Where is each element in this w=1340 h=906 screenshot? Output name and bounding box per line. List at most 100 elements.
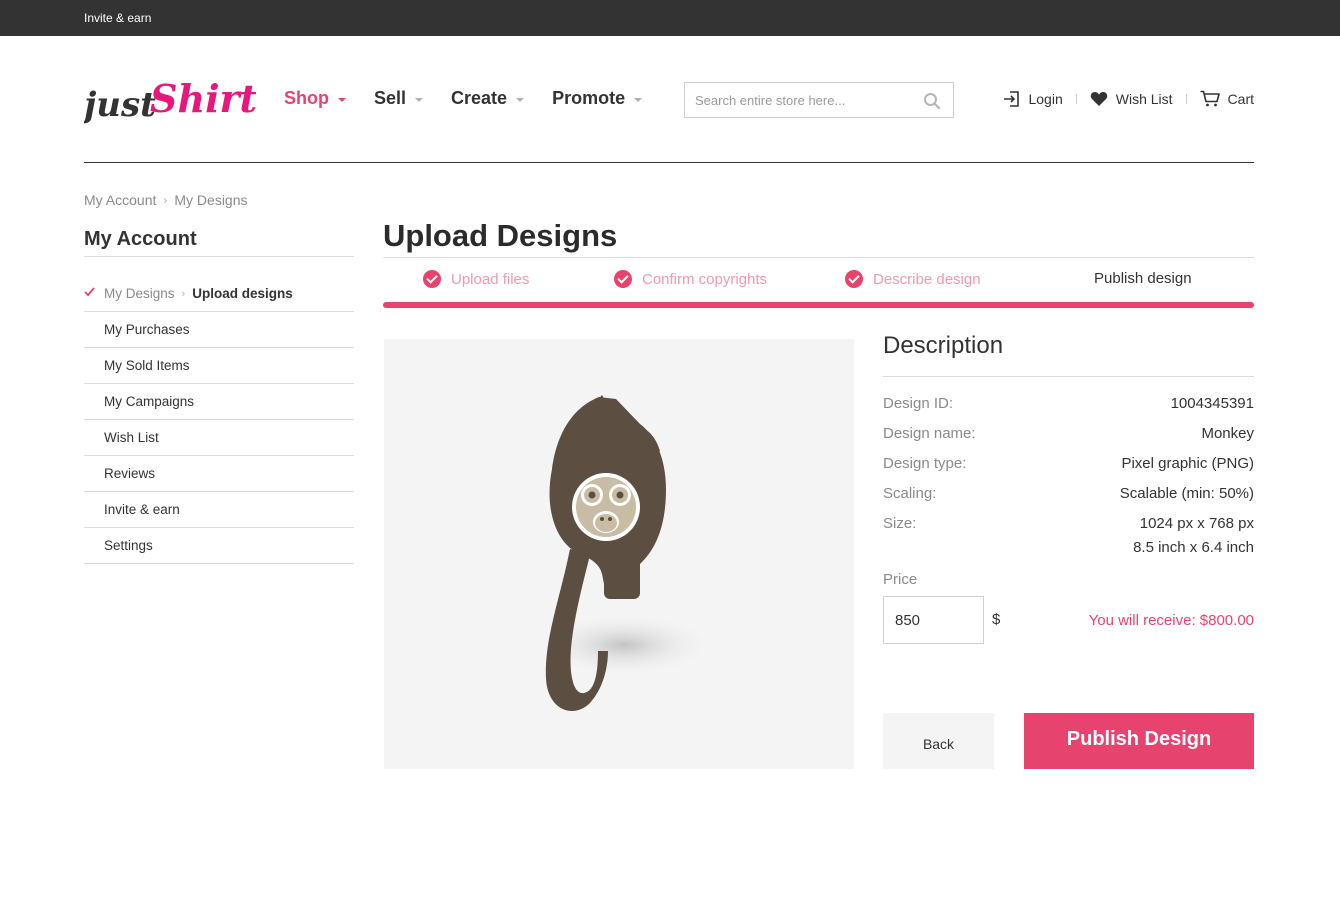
price-label: Price: [883, 571, 918, 588]
detail-value-size: 1024 px x 768 px 8.5 inch x 6.4 inch: [1133, 512, 1254, 560]
monkey-design-image: [534, 395, 714, 711]
progress-bar: [383, 302, 1254, 308]
sidebar-item-invite-earn[interactable]: Invite & earn: [84, 492, 354, 528]
caret-down-icon: [516, 97, 525, 102]
sidebar-item-settings[interactable]: Settings: [84, 528, 354, 564]
step-indicator: Upload files Confirm copyrights Describe…: [383, 270, 1254, 298]
publish-design-button[interactable]: Publish Design: [1024, 713, 1254, 769]
nav-create-label: Create: [451, 88, 508, 108]
detail-value: Monkey: [1201, 425, 1254, 442]
nav-promote-label: Promote: [552, 88, 626, 108]
step-label: Describe design: [873, 270, 981, 288]
search-input[interactable]: [685, 83, 915, 117]
caret-down-icon: [415, 97, 424, 102]
chevron-right-icon: ›: [163, 193, 168, 207]
detail-key: Design type:: [883, 455, 967, 472]
main-nav: Shop Sell Create Promote: [284, 88, 670, 109]
step-publish-design[interactable]: Publish design: [1094, 270, 1192, 287]
step-label: Upload files: [451, 270, 530, 288]
detail-value: Scalable (min: 50%): [1119, 485, 1254, 502]
svg-text:just: just: [84, 85, 156, 125]
detail-size: Size: 1024 px x 768 px 8.5 inch x 6.4 in…: [883, 512, 1254, 560]
description-details: Design ID: 1004345391 Design name: Monke…: [883, 392, 1254, 566]
sidebar-item-label: My Designs: [104, 286, 175, 301]
breadcrumb-my-designs[interactable]: My Designs: [174, 192, 247, 208]
header-utilities: Login Wish List Cart: [1003, 90, 1254, 107]
detail-scaling: Scaling: Scalable (min: 50%): [883, 482, 1254, 506]
step-confirm-copyrights[interactable]: Confirm copyrights: [614, 270, 767, 288]
sidebar-item-label: My Campaigns: [104, 394, 195, 409]
detail-key: Scaling:: [883, 485, 937, 502]
chevron-right-icon: ›: [181, 287, 186, 300]
size-inches: 8.5 inch x 6.4 inch: [1133, 539, 1254, 556]
sidebar-item-label: Reviews: [104, 466, 156, 481]
sidebar-item-label: My Purchases: [104, 322, 190, 337]
description-title: Description: [883, 332, 1004, 359]
design-preview: [384, 339, 854, 769]
back-button[interactable]: Back: [883, 713, 994, 769]
step-describe-design[interactable]: Describe design: [845, 270, 981, 288]
detail-key: Size:: [883, 515, 917, 532]
detail-design-name: Design name: Monkey: [883, 422, 1254, 446]
size-pixels: 1024 px x 768 px: [1139, 515, 1254, 532]
justshirt-logo[interactable]: just Shirt: [84, 64, 256, 134]
sidebar-item-my-designs[interactable]: My Designs › Upload designs: [84, 276, 354, 312]
detail-design-type: Design type: Pixel graphic (PNG): [883, 452, 1254, 476]
page-title: Upload Designs: [383, 218, 618, 253]
sidebar-item-my-sold-items[interactable]: My Sold Items: [84, 348, 354, 384]
divider: [1185, 93, 1187, 104]
top-bar: Invite & earn: [0, 0, 1340, 36]
wishlist-link[interactable]: Wish List: [1090, 91, 1173, 107]
step-label: Confirm copyrights: [642, 270, 768, 288]
receive-amount: You will receive: $800.00: [1088, 612, 1254, 629]
caret-down-icon: [634, 97, 643, 102]
step-upload-files[interactable]: Upload files: [423, 270, 529, 288]
wishlist-label: Wish List: [1115, 90, 1173, 107]
check-circle-icon: [614, 270, 632, 288]
cart-label: Cart: [1227, 90, 1254, 107]
check-circle-icon: [423, 270, 441, 288]
cart-link[interactable]: Cart: [1200, 90, 1254, 107]
sidebar-item-my-campaigns[interactable]: My Campaigns: [84, 384, 354, 420]
check-circle-icon: [845, 270, 863, 288]
breadcrumb-my-account[interactable]: My Account: [84, 192, 156, 208]
breadcrumb: My Account › My Designs: [84, 192, 248, 208]
description-divider: [883, 376, 1254, 377]
search-box: [684, 82, 954, 118]
nav-create[interactable]: Create: [451, 88, 525, 109]
cart-icon: [1200, 90, 1220, 107]
login-icon: [1004, 90, 1020, 107]
step-label: Publish design: [1094, 270, 1192, 287]
sidebar-menu: My Designs › Upload designs My Purchases…: [84, 276, 354, 564]
invite-earn-link[interactable]: Invite & earn: [84, 11, 151, 25]
nav-sell-label: Sell: [374, 88, 407, 108]
nav-shop-label: Shop: [284, 88, 329, 108]
search-icon[interactable]: [923, 92, 941, 110]
detail-value: 1004345391: [1170, 395, 1254, 412]
svg-text:Shirt: Shirt: [150, 76, 256, 121]
detail-key: Design ID:: [883, 395, 954, 412]
sidebar-title-divider: [84, 256, 354, 257]
sidebar-item-label: My Sold Items: [104, 358, 190, 373]
sidebar-item-wish-list[interactable]: Wish List: [84, 420, 354, 456]
nav-promote[interactable]: Promote: [552, 88, 643, 109]
steps-divider: [383, 257, 1254, 258]
sidebar-title: My Account: [84, 228, 197, 250]
header-divider: [84, 162, 1254, 163]
divider: [1075, 93, 1077, 104]
nav-sell[interactable]: Sell: [374, 88, 424, 109]
sidebar-subitem-upload-designs[interactable]: Upload designs: [192, 286, 293, 301]
price-input[interactable]: [883, 596, 984, 644]
sidebar-item-label: Settings: [104, 538, 153, 553]
check-icon: [84, 287, 95, 297]
sidebar-item-label: Wish List: [104, 430, 159, 445]
sidebar-item-label: Invite & earn: [104, 502, 180, 517]
login-link[interactable]: Login: [1003, 90, 1063, 107]
caret-down-icon: [338, 97, 346, 102]
sidebar-item-my-purchases[interactable]: My Purchases: [84, 312, 354, 348]
heart-icon: [1090, 91, 1107, 106]
detail-key: Design name:: [883, 425, 976, 442]
nav-shop[interactable]: Shop: [284, 88, 346, 109]
currency-symbol: $: [992, 611, 1001, 628]
sidebar-item-reviews[interactable]: Reviews: [84, 456, 354, 492]
